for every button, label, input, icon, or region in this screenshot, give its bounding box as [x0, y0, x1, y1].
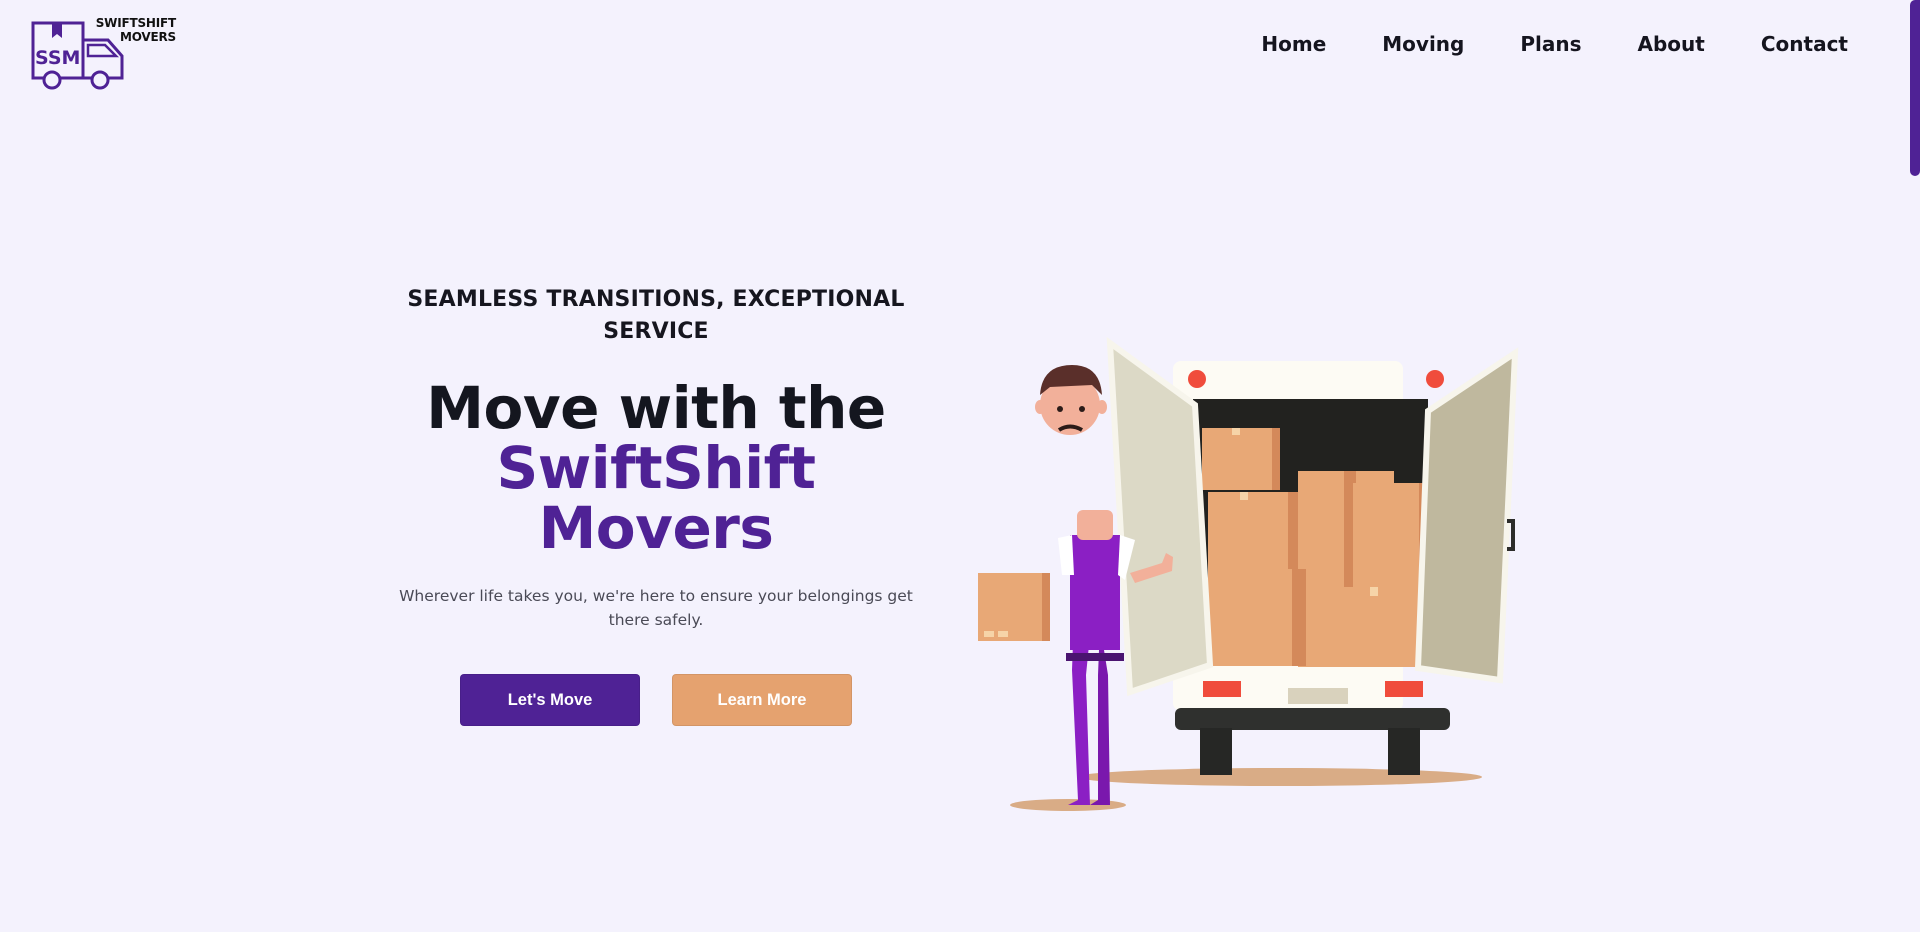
cardboard-box-in-hands [978, 573, 1050, 641]
truck-shadow [1078, 768, 1482, 786]
scrollbar-thumb[interactable] [1910, 0, 1920, 176]
truck-bumper [1175, 708, 1450, 730]
truck-door-right [1414, 347, 1519, 684]
lets-move-button[interactable]: Let's Move [460, 674, 640, 726]
site-logo[interactable]: SSM SWIFTSHIFT MOVERS [30, 14, 178, 92]
hero-headline: Move with the SwiftShift Movers [370, 378, 942, 558]
hero-section: SEAMLESS TRANSITIONS, EXCEPTIONAL SERVIC… [370, 284, 942, 726]
nav-item-contact[interactable]: Contact [1733, 32, 1848, 56]
nav-item-about[interactable]: About [1610, 32, 1733, 56]
hero-headline-brand: SwiftShift Movers [496, 434, 816, 562]
nav-item-moving[interactable]: Moving [1354, 32, 1492, 56]
logo-text-line1: SWIFTSHIFT [95, 16, 176, 30]
truck-light-left [1188, 370, 1206, 388]
truck-light-right [1426, 370, 1444, 388]
main-nav: Home Moving Plans About Contact [1233, 32, 1848, 56]
nav-item-plans[interactable]: Plans [1492, 32, 1609, 56]
hero-headline-line1: Move with the [426, 374, 886, 442]
nav-item-home[interactable]: Home [1233, 32, 1354, 56]
logo-monogram: SSM [35, 47, 80, 69]
hero-tagline: SEAMLESS TRANSITIONS, EXCEPTIONAL SERVIC… [407, 287, 905, 344]
mover-with-truck-illustration [978, 336, 1519, 811]
hero-subtext: Wherever life takes you, we're here to e… [399, 587, 913, 629]
learn-more-button[interactable]: Learn More [672, 674, 852, 726]
hero-buttons: Let's Move Learn More [370, 674, 942, 726]
logo-text-line2: MOVERS [120, 30, 176, 44]
